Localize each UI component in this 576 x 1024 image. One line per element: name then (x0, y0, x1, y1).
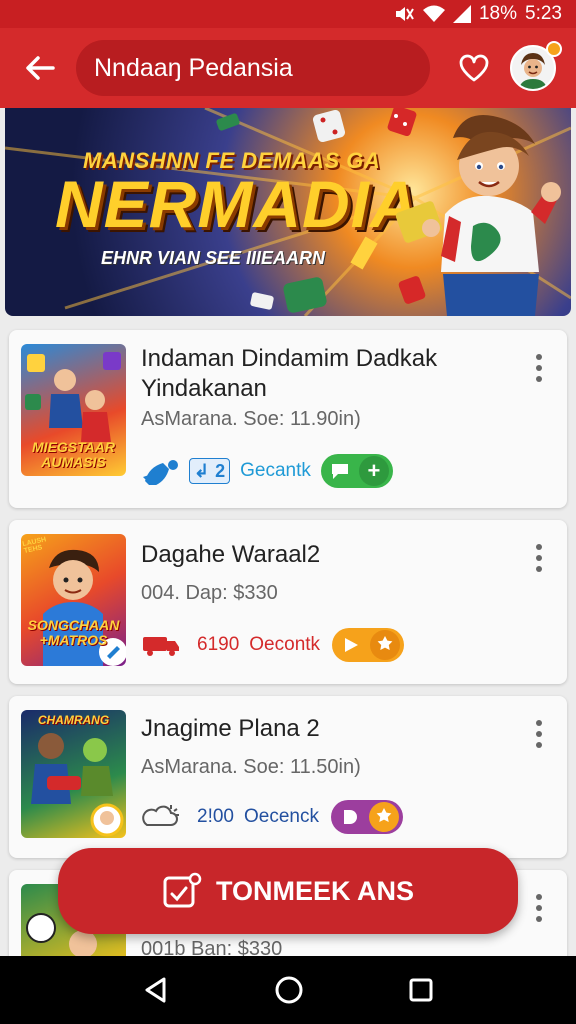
delivery-truck-icon (143, 637, 179, 656)
arrow-left-icon (26, 56, 55, 80)
item-status: Oecontk (249, 634, 321, 655)
item-status: Oecenck (243, 806, 319, 827)
item-status: Gecantk (240, 460, 311, 481)
hero-character-illustration (395, 114, 561, 316)
more-options-button[interactable] (527, 714, 551, 754)
status-time: 5:23 (525, 3, 562, 24)
app-bar: Nndaaŋ Pedansia (0, 28, 576, 108)
item-title: Jnagime Plana 2 (141, 715, 320, 742)
chat-icon (321, 462, 359, 480)
system-nav-bar (0, 956, 576, 1024)
play-action-button[interactable] (330, 800, 403, 834)
list-item[interactable]: MIEGSTAAR AUMASIS Indaman Dindamim Dadka… (9, 330, 567, 508)
signal-icon (452, 5, 471, 23)
item-title: Indaman Dindamim Dadkak Yindakanan (141, 345, 438, 403)
nav-home-icon[interactable] (274, 975, 304, 1005)
version-badge: ↲ 2 (189, 458, 231, 484)
more-options-button[interactable] (527, 888, 551, 928)
rocket-icon (143, 460, 178, 485)
play-icon (332, 636, 370, 654)
heart-icon (459, 54, 489, 82)
badge-icon (370, 630, 401, 660)
thumbnail-title: MIEGSTAAR AUMASIS (32, 439, 115, 470)
page-title[interactable]: Nndaaŋ Pedansia (76, 40, 430, 96)
banner-tagline: EHNR VIAN SEE IIIEAARN (101, 248, 326, 268)
plus-icon: + (358, 456, 389, 486)
primary-cta-button[interactable]: TONMEEK ANS (58, 848, 518, 934)
more-options-button[interactable] (527, 538, 551, 578)
status-bar: 18% 5:23 (0, 0, 576, 28)
list-item[interactable]: SONGCHAAN +MATROS LAUSH TEHS Dagahe Wara… (9, 520, 567, 684)
profile-button[interactable] (510, 41, 562, 91)
item-count: 6190 (197, 634, 240, 655)
back-button[interactable] (18, 46, 62, 90)
nav-recents-icon[interactable] (408, 977, 434, 1003)
thumbnail-art (31, 733, 124, 837)
game-thumbnail: CHAMRANG (21, 710, 126, 838)
battery-percent: 18% (478, 3, 518, 24)
promo-banner[interactable]: MANSHNN FE DEMAAS GA NERMADIA EHNR VIAN … (5, 108, 571, 316)
game-thumbnail: MIEGSTAAR AUMASIS (21, 344, 126, 476)
banner-title: NERMADIA (55, 167, 419, 241)
badge-count: 2 (215, 460, 226, 481)
notification-badge (546, 41, 562, 57)
badge-icon (368, 802, 399, 832)
mute-icon (395, 7, 414, 21)
arrow-return-icon: ↲ (194, 460, 210, 481)
list-item[interactable]: CHAMRANG Jnagime Plana 2 AsMarana. Soe: … (9, 696, 567, 858)
play-action-button[interactable] (332, 628, 405, 662)
nav-back-icon[interactable] (142, 976, 170, 1004)
chat-add-button[interactable]: + (320, 454, 393, 488)
more-options-button[interactable] (527, 348, 551, 388)
thumbnail-title: CHAMRANG (37, 713, 110, 727)
cta-label: TONMEEK ANS (215, 875, 415, 906)
favorite-button[interactable] (454, 48, 494, 88)
wifi-icon (422, 5, 445, 22)
game-thumbnail: SONGCHAAN +MATROS LAUSH TEHS (21, 534, 126, 666)
d-glyph-icon (331, 808, 369, 826)
weather-icon (142, 805, 179, 826)
item-meta: AsMarana. Soe: 11.50in) (141, 756, 361, 778)
item-meta: 004. Dap: $330 (141, 582, 278, 604)
item-meta: AsMarana. Soe: 11.90in) (141, 408, 361, 430)
edit-check-icon (163, 872, 202, 908)
item-count: 2!00 (197, 806, 234, 827)
thumbnail-title: SONGCHAAN +MATROS (27, 617, 120, 648)
item-title: Dagahe Waraal2 (141, 541, 321, 568)
